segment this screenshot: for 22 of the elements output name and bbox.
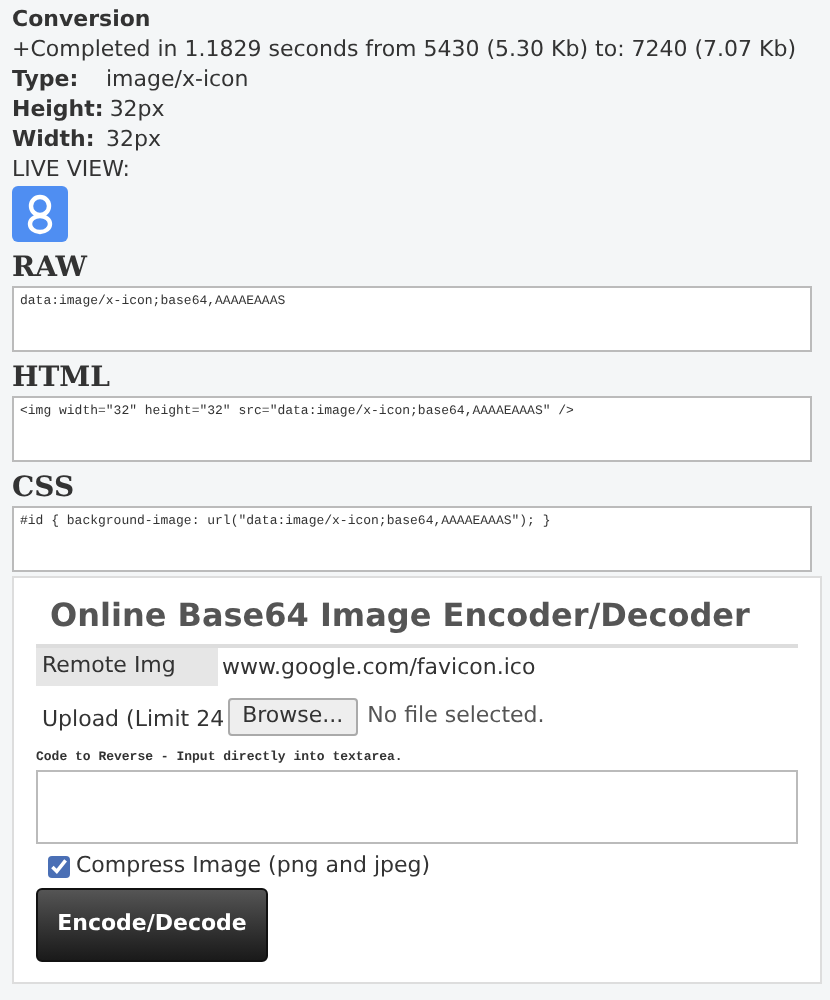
file-status: No file selected.	[367, 699, 545, 732]
section-heading: RAW	[12, 250, 90, 286]
encode-decode-button[interactable]: Encode/Decode	[36, 888, 268, 962]
live-view-label: LIVE VIEW:	[12, 154, 133, 184]
section-heading: Conversion	[12, 4, 153, 34]
url-input[interactable]: www.google.com/favicon.ico	[218, 648, 798, 686]
image-preview-icon	[12, 186, 68, 242]
section-heading: HTML	[12, 360, 112, 396]
field-value: image/x-icon	[106, 64, 249, 94]
checkbox-label: Compress Image (png and jpeg)	[76, 849, 431, 882]
upload-label: Upload (Limit 24	[40, 703, 225, 736]
field-label: Width:	[12, 124, 97, 154]
field-value: 32px	[109, 94, 165, 124]
browse-button[interactable]: Browse...	[228, 697, 358, 735]
status-text: +Completed in 1.1829 seconds from 5430 (5.30 Kb) to: 7240 (7.07 Kb)	[12, 34, 799, 64]
field-value: 32px	[106, 124, 161, 154]
section-heading: CSS	[12, 470, 77, 506]
field-label: Remote Img	[40, 650, 178, 683]
field-label: Height:	[12, 94, 104, 124]
form-title: Online Base64 Image Encoder/Decoder	[48, 596, 752, 636]
field-label: Type:	[12, 64, 81, 94]
compress-checkbox[interactable]	[48, 855, 70, 877]
